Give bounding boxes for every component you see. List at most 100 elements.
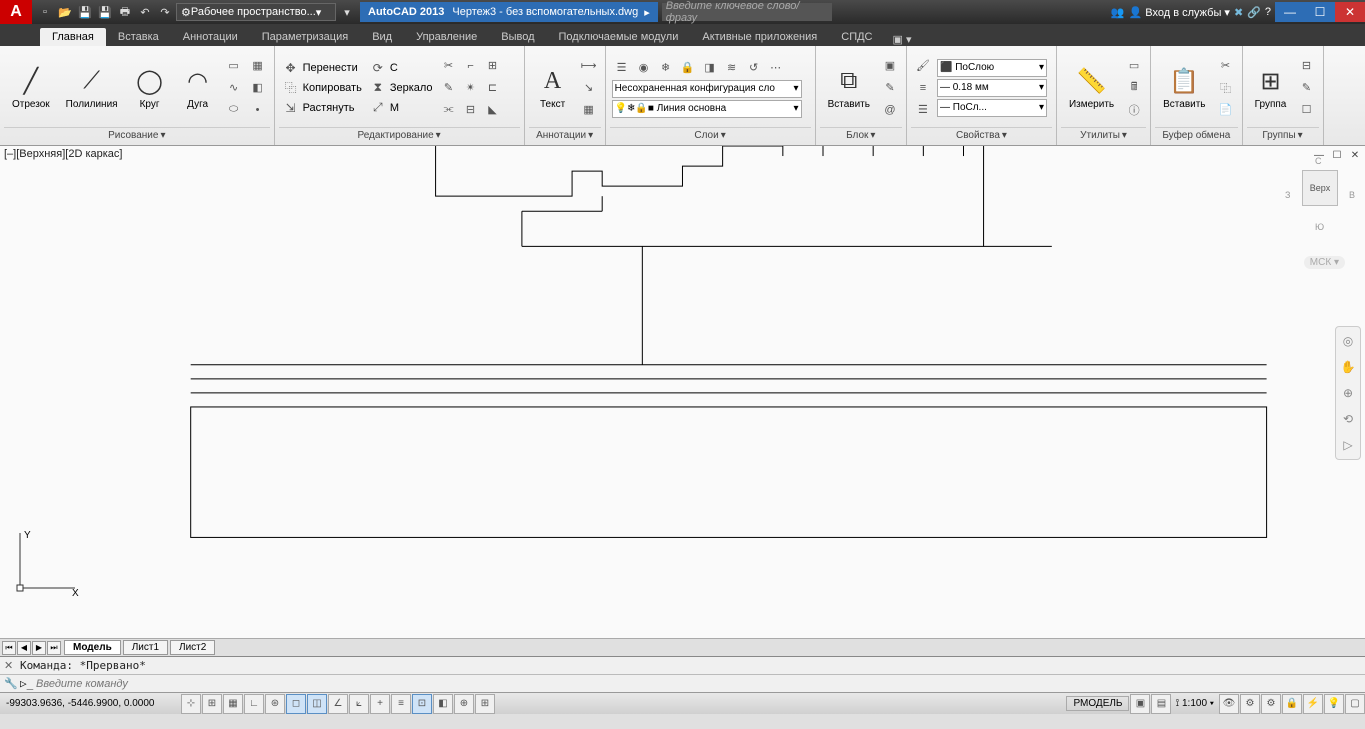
layout-next-icon[interactable]: ▶ — [32, 641, 46, 655]
qp-icon[interactable]: ◧ — [433, 694, 453, 714]
line-button[interactable]: ╱Отрезок — [6, 63, 56, 112]
list-icon[interactable]: ≡ — [913, 78, 933, 98]
copy-clip-icon[interactable]: ⿻ — [1216, 78, 1236, 98]
trim-icon[interactable]: ✂ — [439, 56, 459, 76]
grid-icon[interactable]: ▦ — [223, 694, 243, 714]
circle-button[interactable]: ◯Круг — [128, 63, 172, 112]
join-icon[interactable]: ⫘ — [439, 100, 459, 120]
erase-icon[interactable]: ✎ — [439, 78, 459, 98]
dim-linear-icon[interactable]: ⟼ — [579, 56, 599, 76]
command-input[interactable] — [36, 678, 1361, 690]
cut-icon[interactable]: ✂ — [1216, 56, 1236, 76]
nav-wheel-icon[interactable]: ◎ — [1338, 331, 1358, 351]
drawing-area[interactable]: [–][Верхняя][2D каркас] ― ☐ ✕ С З В Верх… — [0, 146, 1365, 638]
help-search[interactable]: Введите ключевое слово/фразу — [662, 3, 832, 21]
attr-icon[interactable]: @ — [880, 100, 900, 120]
layout-prev-icon[interactable]: ◀ — [17, 641, 31, 655]
minimize-button[interactable]: ― — [1275, 2, 1305, 22]
layer-lock-icon[interactable]: 🔒 — [678, 58, 698, 78]
polyline-button[interactable]: ⟋Полилиния — [60, 63, 124, 112]
signin-button[interactable]: 👤 Вход в службы ▾ — [1129, 6, 1230, 19]
break-icon[interactable]: ⊟ — [461, 100, 481, 120]
qview-dwg-icon[interactable]: ▤ — [1151, 694, 1171, 714]
nav-zoom-icon[interactable]: ⊕ — [1338, 383, 1358, 403]
chamfer-icon[interactable]: ◣ — [483, 100, 503, 120]
layer-state-dropdown[interactable]: Несохраненная конфигурация сло▾ — [612, 80, 802, 98]
measure-button[interactable]: 📏Измерить — [1063, 63, 1120, 112]
otrack-icon[interactable]: ∠ — [328, 694, 348, 714]
redo-icon[interactable]: ↷ — [156, 3, 174, 21]
create-block-icon[interactable]: ▣ — [880, 56, 900, 76]
lwt-icon[interactable]: ≡ — [391, 694, 411, 714]
layer-dropdown[interactable]: 💡❄🔒■ Линия основна▾ — [612, 100, 802, 118]
ducs-icon[interactable]: ⟀ — [349, 694, 369, 714]
tab-parametric[interactable]: Параметризация — [250, 28, 360, 46]
panel-draw-title[interactable]: Рисование ▾ — [4, 127, 270, 143]
rect-icon[interactable]: ▭ — [224, 56, 244, 76]
polar-icon[interactable]: ⊛ — [265, 694, 285, 714]
scale-button[interactable]: ⤢М — [368, 99, 435, 117]
offset-icon[interactable]: ⊏ — [483, 78, 503, 98]
cmd-customize-icon[interactable]: 🔧 — [4, 677, 20, 690]
panel-anno-title[interactable]: Аннотации ▾ — [529, 127, 601, 143]
tab-spds[interactable]: СПДС — [829, 28, 884, 46]
color-dropdown[interactable]: ⬛ ПоСлою▾ — [937, 59, 1047, 77]
leader-icon[interactable]: ↘ — [579, 78, 599, 98]
exchange-icon[interactable]: ✖ — [1234, 6, 1243, 19]
text-button[interactable]: AТекст — [531, 63, 575, 112]
qview-layouts-icon[interactable]: ▣ — [1130, 694, 1150, 714]
paste-button[interactable]: 📋Вставить — [1157, 63, 1211, 112]
dyn-icon[interactable]: + — [370, 694, 390, 714]
prop-icon[interactable]: ☰ — [913, 100, 933, 120]
new-icon[interactable]: ▫ — [36, 3, 54, 21]
3dosnap-icon[interactable]: ◫ — [307, 694, 327, 714]
ws-switch-icon[interactable]: ⚙ — [1261, 694, 1281, 714]
model-space-button[interactable]: РМОДЕЛЬ — [1066, 696, 1129, 711]
panel-block-title[interactable]: Блок ▾ — [820, 127, 902, 143]
maximize-button[interactable]: ☐ — [1305, 2, 1335, 22]
ungroup-icon[interactable]: ⊟ — [1297, 56, 1317, 76]
plot-icon[interactable]: 🖶 — [116, 3, 134, 21]
stretch-button[interactable]: ⇲Растянуть — [281, 99, 364, 117]
am-icon[interactable]: ⊞ — [475, 694, 495, 714]
panel-group-title[interactable]: Группы ▾ — [1247, 127, 1319, 143]
ellipse-icon[interactable]: ⬭ — [224, 100, 244, 120]
panel-modify-title[interactable]: Редактирование ▾ — [279, 127, 520, 143]
tab-annotate[interactable]: Аннотации — [171, 28, 250, 46]
lineweight-dropdown[interactable]: — 0.18 мм▾ — [937, 79, 1047, 97]
nav-pan-icon[interactable]: ✋ — [1338, 357, 1358, 377]
anno-auto-icon[interactable]: ⚙ — [1240, 694, 1260, 714]
viewcube[interactable]: С З В Верх Ю — [1285, 156, 1355, 246]
spline-icon[interactable]: ∿ — [224, 78, 244, 98]
coordinates[interactable]: -99303.9636, -5446.9900, 0.0000 — [0, 698, 180, 709]
infocenter-icon[interactable]: 👥 — [1111, 6, 1125, 19]
rotate-button[interactable]: ⟳С — [368, 59, 435, 77]
app-logo[interactable]: A — [0, 0, 32, 24]
insert-block-button[interactable]: ⧉Вставить — [822, 63, 876, 112]
layer-freeze-icon[interactable]: ❄ — [656, 58, 676, 78]
id-icon[interactable]: ⓘ — [1124, 100, 1144, 120]
tab-model[interactable]: Модель — [64, 640, 121, 655]
calc-icon[interactable]: 🖩 — [1124, 78, 1144, 98]
tpy-icon[interactable]: ⊡ — [412, 694, 432, 714]
sc-icon[interactable]: ⊕ — [454, 694, 474, 714]
group-sel-icon[interactable]: ☐ — [1297, 100, 1317, 120]
anno-scale[interactable]: ⟟ 1:100 ▾ — [1171, 698, 1218, 709]
toolbar-lock-icon[interactable]: 🔒 — [1282, 694, 1302, 714]
tab-plugins[interactable]: Подключаемые модули — [547, 28, 691, 46]
layer-more-icon[interactable]: ⋯ — [766, 58, 786, 78]
hardware-accel-icon[interactable]: ⚡ — [1303, 694, 1323, 714]
tab-home[interactable]: Главная — [40, 28, 106, 46]
viewport-label[interactable]: [–][Верхняя][2D каркас] — [4, 148, 122, 160]
ribbon-expand-icon[interactable]: ▣ ▾ — [893, 33, 912, 46]
viewcube-n[interactable]: С — [1315, 156, 1322, 166]
panel-props-title[interactable]: Свойства ▾ — [911, 127, 1052, 143]
open-icon[interactable]: 📂 — [56, 3, 74, 21]
workspace-dropdown[interactable]: ⚙ Рабочее пространство... ▾ — [176, 3, 336, 21]
group-button[interactable]: ⊞Группа — [1249, 63, 1293, 112]
save-icon[interactable]: 💾 — [76, 3, 94, 21]
paste-spec-icon[interactable]: 📄 — [1216, 100, 1236, 120]
close-button[interactable]: ✕ — [1335, 2, 1365, 22]
arc-button[interactable]: ◠Дуга — [176, 63, 220, 112]
viewcube-s[interactable]: Ю — [1315, 222, 1324, 232]
